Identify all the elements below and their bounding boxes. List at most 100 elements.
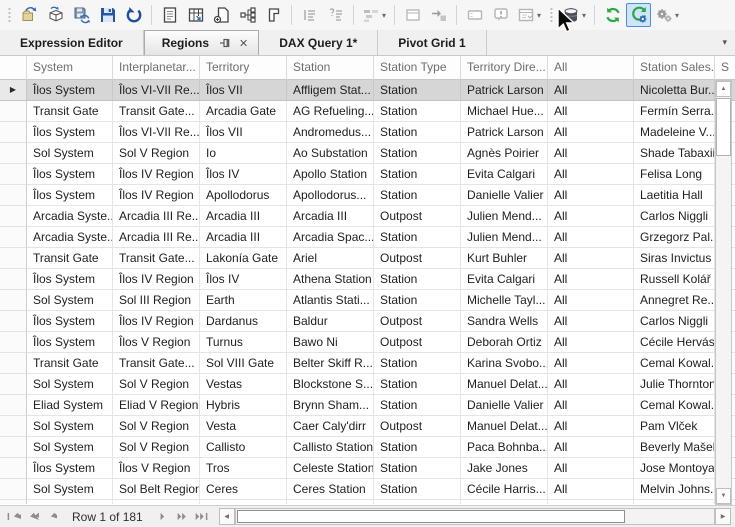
cell[interactable]: All	[548, 311, 634, 332]
cell[interactable]: All	[548, 143, 634, 164]
tab-pivot-grid-1[interactable]: Pivot Grid 1	[378, 30, 486, 55]
column-header-territory-dire[interactable]: Territory Dire...	[461, 56, 548, 80]
close-icon[interactable]: ✕	[239, 37, 248, 50]
table-row[interactable]: Sol SystemSol V RegionIoAo SubstationSta…	[0, 143, 735, 164]
previous-record-button[interactable]	[40, 509, 58, 525]
table-row[interactable]: Transit GateTransit Gate...Sol VIII Gate…	[0, 353, 735, 374]
table-row[interactable]: Îlos SystemÎlos V RegionTrosCeleste Stat…	[0, 458, 735, 479]
cell[interactable]: Îlos VI-VII Re...	[113, 80, 200, 101]
options-button[interactable]: ▾	[652, 3, 682, 27]
previous-page-button[interactable]	[22, 509, 40, 525]
cell[interactable]: Vesta	[200, 416, 287, 437]
table-row[interactable]: Îlos SystemÎlos VI-VII Re...Îlos VIIAndr…	[0, 122, 735, 143]
column-header-all[interactable]: All	[548, 56, 634, 80]
cell[interactable]: All	[548, 374, 634, 395]
cell[interactable]: Pam Vlček	[634, 416, 715, 437]
cell[interactable]: Îlos IV Region	[113, 185, 200, 206]
cell[interactable]: Outpost	[374, 332, 461, 353]
chevron-down-icon[interactable]: ▾	[722, 37, 727, 48]
cell[interactable]: All	[548, 332, 634, 353]
cell[interactable]: Arcadia III Re...	[113, 206, 200, 227]
cell[interactable]: Sol III Region	[113, 290, 200, 311]
cell[interactable]: Îlos System	[27, 164, 113, 185]
column-header-station-type[interactable]: Station Type	[374, 56, 461, 80]
cell[interactable]: Deborah Ortiz	[461, 332, 548, 353]
horizontal-scroll-thumb[interactable]	[237, 510, 625, 523]
cell[interactable]: Station	[374, 164, 461, 185]
cell[interactable]: Îlos V Region	[113, 458, 200, 479]
cell[interactable]: Transit Gate	[27, 353, 113, 374]
cell[interactable]: Îlos System	[27, 122, 113, 143]
data-source-button[interactable]: ▾	[559, 3, 589, 27]
cell[interactable]: Sol System	[27, 479, 113, 500]
cell[interactable]: Andromedus...	[287, 122, 374, 143]
cell[interactable]: Outpost	[374, 416, 461, 437]
cell[interactable]: Arcadia Spac...	[287, 227, 374, 248]
cell[interactable]: Sol V Region	[113, 437, 200, 458]
cell[interactable]: All	[548, 437, 634, 458]
vertical-scrollbar[interactable]: ▲ ▼	[715, 80, 732, 505]
table-row[interactable]: ▶Îlos SystemÎlos VI-VII Re...Îlos VIIAff…	[0, 80, 735, 101]
refresh-button[interactable]	[600, 3, 625, 27]
reload-button[interactable]	[121, 3, 146, 27]
cell[interactable]: Callisto Station	[287, 437, 374, 458]
cell[interactable]: Station	[374, 479, 461, 500]
table-row[interactable]: Transit GateTransit Gate...Lakonía GateA…	[0, 248, 735, 269]
column-header-station[interactable]: Station	[287, 56, 374, 80]
cell[interactable]: Cemal Kowal...	[634, 395, 715, 416]
cell[interactable]: Cécile Hervás	[634, 332, 715, 353]
chevron-down-icon[interactable]: ▾	[382, 11, 386, 20]
vertical-scroll-thumb[interactable]	[716, 98, 731, 156]
cell[interactable]: Bawo Ni	[287, 332, 374, 353]
chevron-down-icon[interactable]: ▾	[675, 11, 679, 20]
save-button[interactable]	[95, 3, 120, 27]
table-row[interactable]: Eliad SystemEliad V RegionHybrisBrynn Sh…	[0, 395, 735, 416]
cell[interactable]: Nicoletta Bur...	[634, 80, 715, 101]
cell[interactable]: Felisa Long	[634, 164, 715, 185]
cell[interactable]: Madeleine V...	[634, 122, 715, 143]
cell[interactable]: All	[548, 458, 634, 479]
hierarchy-button[interactable]	[235, 3, 260, 27]
open-button[interactable]	[17, 3, 42, 27]
cell[interactable]: Transit Gate...	[113, 101, 200, 122]
cell[interactable]: Apollo Station	[287, 164, 374, 185]
cell[interactable]: Sol V Region	[113, 416, 200, 437]
cell[interactable]: Îlos IV	[200, 269, 287, 290]
cell[interactable]: All	[548, 416, 634, 437]
cell[interactable]: Station	[374, 185, 461, 206]
cell[interactable]: Dardanus	[200, 311, 287, 332]
cell[interactable]: Ceres Station	[287, 479, 374, 500]
cell[interactable]: All	[548, 101, 634, 122]
cell[interactable]: Julie Thornton	[634, 374, 715, 395]
cell[interactable]: Arcadia Syste...	[27, 227, 113, 248]
cell[interactable]: Tros	[200, 458, 287, 479]
cell[interactable]: Sol System	[27, 437, 113, 458]
cell[interactable]: Îlos IV	[200, 164, 287, 185]
cell[interactable]: All	[548, 122, 634, 143]
cell[interactable]: Michelle Tayl...	[461, 290, 548, 311]
column-header-s[interactable]: S	[715, 56, 735, 80]
cell[interactable]: Laetitia Hall	[634, 185, 715, 206]
cell[interactable]: Agnès Poirier	[461, 143, 548, 164]
table-row[interactable]: Sol SystemSol V RegionCallistoCallisto S…	[0, 437, 735, 458]
cell[interactable]: Sol System	[27, 374, 113, 395]
cell[interactable]: Sandra Wells	[461, 311, 548, 332]
cell[interactable]: Sol System	[27, 416, 113, 437]
cell[interactable]: Sol Belt Region	[113, 479, 200, 500]
cell[interactable]: AG Refueling...	[287, 101, 374, 122]
cell[interactable]: Patrick Larson	[461, 80, 548, 101]
cell[interactable]: Îlos VII	[200, 80, 287, 101]
horizontal-scrollbar[interactable]: ◀ ▶	[219, 508, 731, 525]
cell[interactable]: Transit Gate...	[113, 353, 200, 374]
cell[interactable]: Manuel Delat...	[461, 374, 548, 395]
cell[interactable]: Kurt Buhler	[461, 248, 548, 269]
cell[interactable]: Paca Bohnba...	[461, 437, 548, 458]
cell[interactable]: Station	[374, 227, 461, 248]
cell[interactable]: All	[548, 353, 634, 374]
table-row[interactable]: Îlos SystemÎlos IV RegionApollodorusApol…	[0, 185, 735, 206]
auto-refresh-button[interactable]	[626, 3, 651, 27]
cell[interactable]: Îlos IV Region	[113, 311, 200, 332]
tab-expression-editor[interactable]: Expression Editor	[0, 30, 144, 55]
cell[interactable]: Sol System	[27, 290, 113, 311]
scroll-left-icon[interactable]: ◀	[219, 508, 235, 525]
